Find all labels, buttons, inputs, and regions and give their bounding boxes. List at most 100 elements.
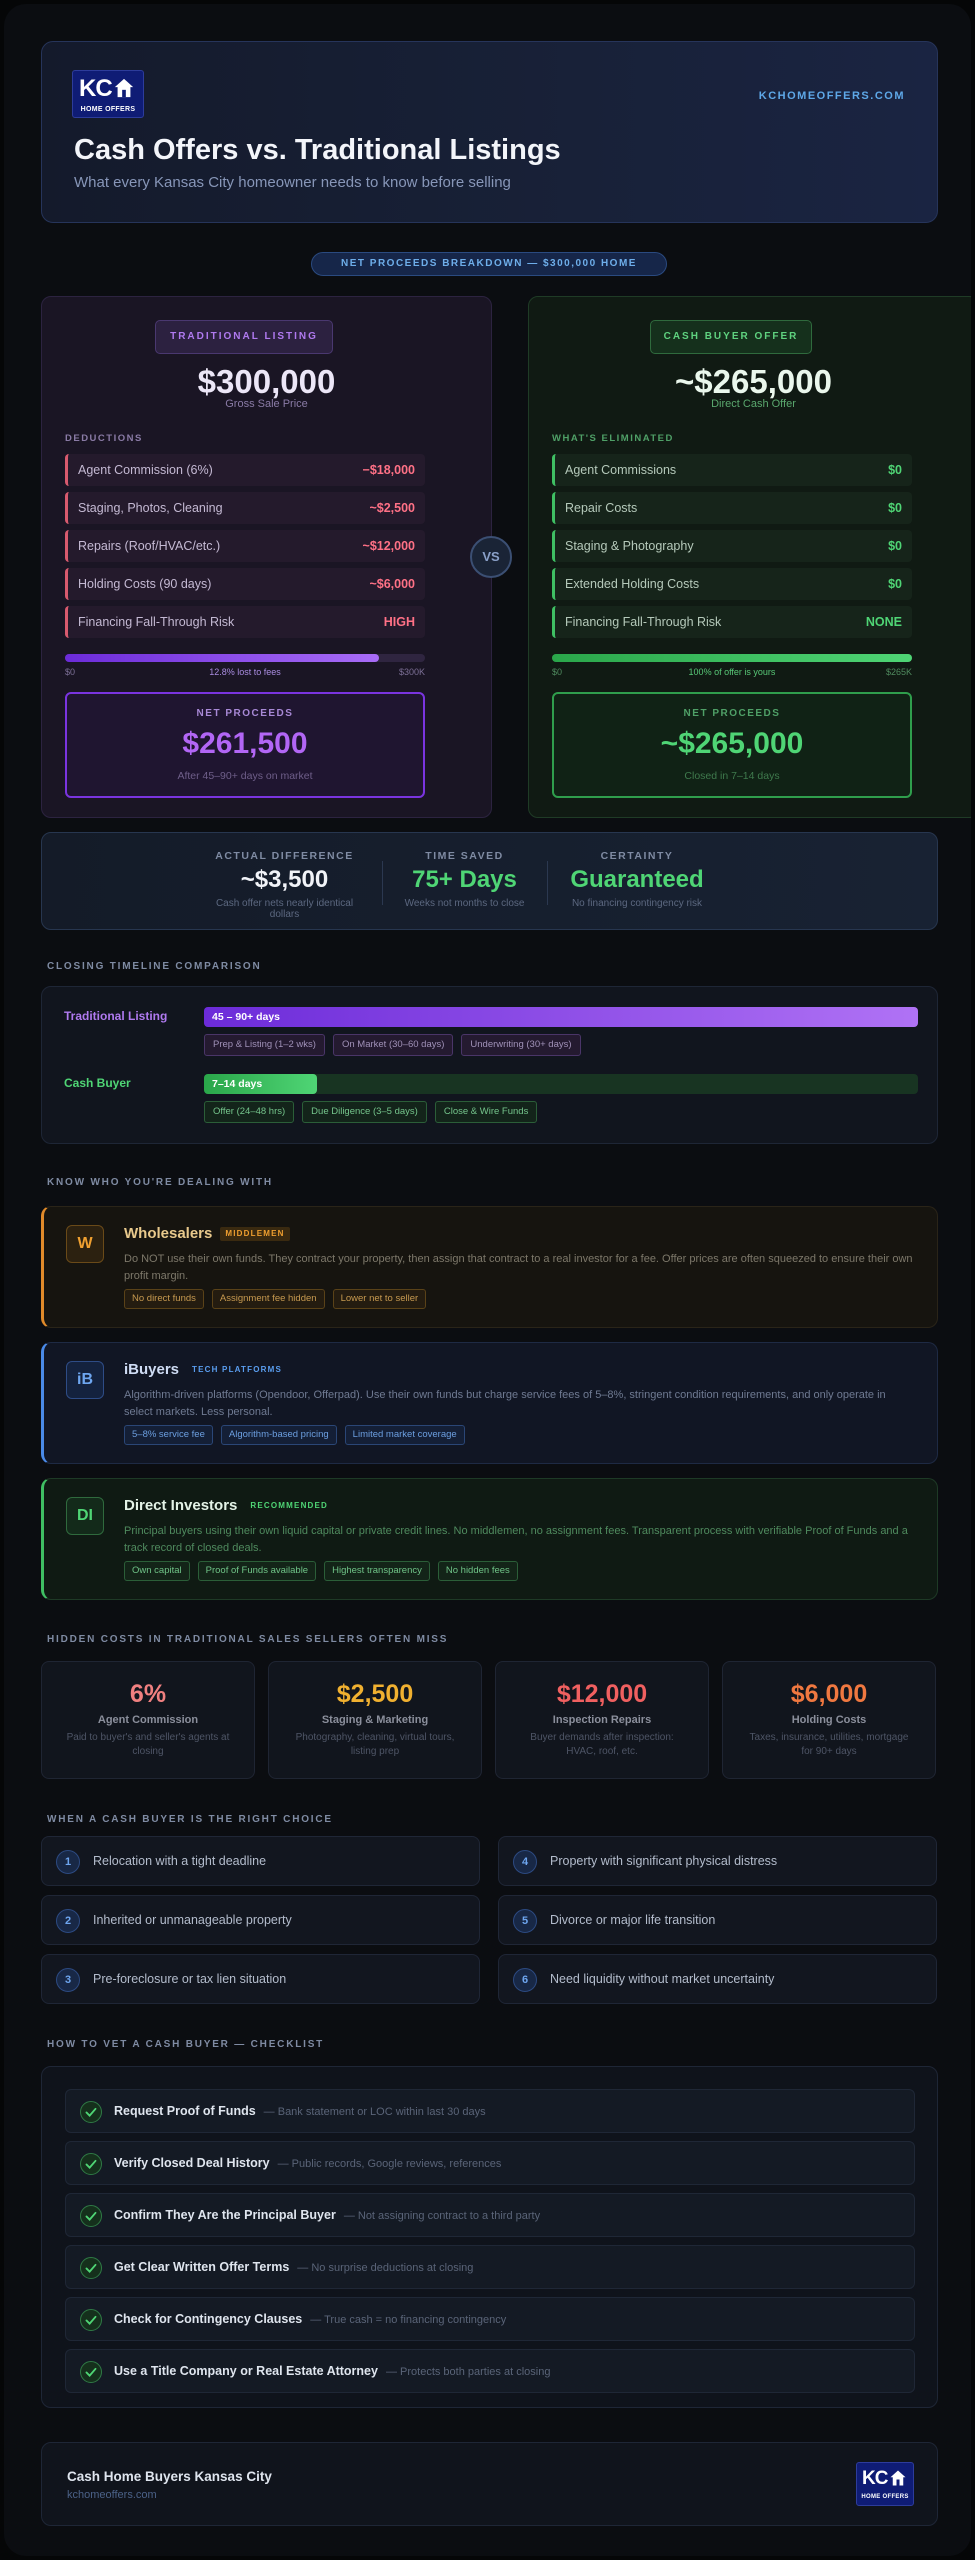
hidden-cost-title: Inspection Repairs: [552, 1714, 652, 1726]
logo-subtext: HOME OFFERS: [80, 106, 136, 113]
bar-max-label: $300K: [398, 667, 425, 677]
stat-sub: Cash offer nets nearly identical dollars: [215, 898, 354, 920]
hidden-cost-desc: Paid to buyer's and seller's agents at c…: [66, 1732, 230, 1757]
cash-buyer-card: CASH BUYER OFFER ~$265,000 Direct Cash O…: [528, 296, 971, 818]
stat-label: CERTAINTY: [600, 850, 674, 862]
buyer-type-title: iBuyers TECH PLATFORMS: [124, 1361, 287, 1378]
deduction-row: Repairs (Roof/HVAC/etc.) ~$12,000: [65, 530, 425, 562]
eliminated-value: $0: [888, 501, 902, 515]
timeline-chips-cash: Offer (24–48 hrs) Due Diligence (3–5 day…: [204, 1101, 538, 1123]
checklist-item: Get Clear Written Offer Terms — No surpri…: [65, 2245, 915, 2289]
deduction-row: Holding Costs (90 days) ~$6,000: [65, 568, 425, 600]
hidden-cost-desc: Taxes, insurance, utilities, mortgage fo…: [749, 1732, 909, 1757]
eliminated-label: Agent Commissions: [565, 463, 677, 477]
header-banner: KC HOME OFFERS KCHOMEOFFERS.COM Cash Off…: [41, 41, 938, 223]
eliminated-label: Extended Holding Costs: [565, 577, 700, 591]
timeline-step-chip: Prep & Listing (1–2 wks): [204, 1034, 325, 1056]
choice-item: 2 Inherited or unmanageable property: [41, 1895, 480, 1945]
net-label: NET PROCEEDS: [683, 708, 781, 719]
closing-timeline: Traditional Listing 45 – 90+ days Prep &…: [41, 986, 938, 1144]
hidden-cost-value: 6%: [129, 1680, 167, 1708]
cash-net-proceeds: NET PROCEEDS ~$265,000 Closed in 7–14 da…: [552, 692, 912, 798]
checklist-item-text: Request Proof of Funds — Bank statement o…: [114, 2104, 486, 2118]
eliminated-row: Repair Costs $0: [552, 492, 912, 524]
ibuyer-badge-icon: iB: [66, 1361, 104, 1399]
choice-item: 4 Property with significant physical dist…: [498, 1836, 937, 1886]
stat-time-saved: TIME SAVED 75+ Days Weeks not months to …: [397, 833, 532, 931]
cash-tag: CASH BUYER OFFER: [650, 320, 812, 354]
buyer-type-name: Direct Investors: [124, 1497, 238, 1514]
logo-subtext: HOME OFFERS: [861, 2494, 909, 2500]
brand-logo[interactable]: KC HOME OFFERS: [72, 70, 144, 118]
hidden-cost-card: 6% Agent Commission Paid to buyer's and …: [41, 1661, 255, 1779]
timeline-step-chip: Underwriting (30+ days): [461, 1034, 581, 1056]
footer-logo[interactable]: KC HOME OFFERS: [856, 2462, 914, 2506]
timeline-bar-traditional: 45 – 90+ days: [204, 1007, 918, 1027]
choice-text: Relocation with a tight deadline: [93, 1854, 267, 1868]
hidden-cost-card: $6,000 Holding Costs Taxes, insurance, u…: [722, 1661, 936, 1779]
buyer-type-description: Algorithm-driven platforms (Opendoor, Of…: [124, 1389, 886, 1418]
choice-text: Inherited or unmanageable property: [93, 1913, 292, 1927]
timeline-track-traditional: 45 – 90+ days: [204, 1007, 918, 1027]
deduction-value: HIGH: [383, 615, 415, 629]
choice-number: 1: [56, 1850, 80, 1874]
eliminated-label: Repair Costs: [565, 501, 638, 515]
deduction-label: Financing Fall-Through Risk: [78, 615, 235, 629]
net-sub: Closed in 7–14 days: [684, 770, 780, 782]
footer-business-name: Cash Home Buyers Kansas City: [67, 2469, 272, 2484]
buyer-type-badge: RECOMMENDED: [250, 1501, 329, 1510]
checklist-desc: — Protects both parties at closing: [385, 2366, 551, 2378]
hidden-cost-value: $6,000: [790, 1680, 868, 1708]
deductions-list: Agent Commission (6%) −$18,000 Staging, P…: [65, 454, 425, 644]
buyer-type-chip: Assignment fee hidden: [211, 1289, 325, 1309]
footer-url-link[interactable]: kchomeoffers.com: [67, 2489, 157, 2501]
choice-text: Pre-foreclosure or tax lien situation: [93, 1972, 287, 1986]
buyer-type-card-wholesalers: W Wholesalers MIDDLEMEN Do NOT use their …: [41, 1206, 938, 1328]
hidden-cost-title: Holding Costs: [791, 1714, 867, 1726]
eliminated-row: Extended Holding Costs $0: [552, 568, 912, 600]
checklist-title: Confirm They Are the Principal Buyer: [114, 2208, 336, 2222]
check-icon: [80, 2309, 102, 2331]
eliminated-value: NONE: [865, 615, 902, 629]
deduction-row: Staging, Photos, Cleaning ~$2,500: [65, 492, 425, 524]
buyer-type-chip: Proof of Funds available: [197, 1561, 317, 1581]
buyer-type-chips: Own capital Proof of Funds available Hig…: [124, 1561, 518, 1581]
buyer-type-chip: No hidden fees: [437, 1561, 518, 1581]
checklist-desc: — Public records, Google reviews, refere…: [277, 2158, 502, 2170]
traditional-progress-fill: [65, 654, 380, 662]
stat-value: 75+ Days: [412, 866, 517, 893]
traditional-tag: TRADITIONAL LISTING: [155, 320, 333, 354]
eliminated-row: Financing Fall-Through Risk NONE: [552, 606, 912, 638]
checklist-item-text: Check for Contingency Clauses — True cash…: [114, 2312, 506, 2326]
stat-sub: No financing contingency risk: [571, 898, 703, 909]
checklist-title: Verify Closed Deal History: [114, 2156, 270, 2170]
buyer-type-chip: Algorithm-based pricing: [220, 1425, 337, 1445]
timeline-step-chip: On Market (30–60 days): [332, 1034, 454, 1056]
traditional-bar-labels: $0 12.8% lost to fees $300K: [65, 667, 425, 679]
checklist-title: Use a Title Company or Real Estate Attor…: [114, 2364, 378, 2378]
checklist-title: Check for Contingency Clauses: [114, 2312, 303, 2326]
choice-item: 5 Divorce or major life transition: [498, 1895, 937, 1945]
checklist-item: Request Proof of Funds — Bank statement o…: [65, 2089, 915, 2133]
buyer-type-description: Do NOT use their own funds. They contrac…: [124, 1253, 913, 1282]
checklist-desc: — No surprise deductions at closing: [297, 2262, 474, 2274]
deductions-heading: DEDUCTIONS: [65, 433, 143, 444]
eliminated-list: Agent Commissions $0 Repair Costs $0 Stagi…: [552, 454, 912, 644]
buyer-type-name: Wholesalers: [124, 1225, 213, 1242]
choice-text: Divorce or major life transition: [550, 1913, 716, 1927]
traditional-price: $300,000: [197, 363, 336, 400]
cash-progress-fill: [552, 654, 912, 662]
buyer-type-badge: TECH PLATFORMS: [192, 1365, 283, 1374]
bar-center-label: 100% of offer is yours: [688, 667, 776, 677]
eliminated-heading: WHAT'S ELIMINATED: [552, 433, 674, 444]
hidden-cost-desc: Photography, cleaning, virtual tours, li…: [295, 1732, 455, 1757]
checklist-item: Check for Contingency Clauses — True cash…: [65, 2297, 915, 2341]
direct-investor-badge-icon: DI: [66, 1497, 104, 1535]
site-link[interactable]: KCHOMEOFFERS.COM: [759, 90, 905, 102]
checklist-desc: — Not assigning contract to a third part…: [343, 2210, 541, 2222]
eliminated-row: Staging & Photography $0: [552, 530, 912, 562]
eliminated-label: Financing Fall-Through Risk: [565, 615, 722, 629]
checklist-item-text: Verify Closed Deal History — Public recor…: [114, 2156, 501, 2170]
page-subtitle: What every Kansas City homeowner needs t…: [74, 174, 511, 191]
deduction-value: ~$6,000: [369, 577, 415, 591]
